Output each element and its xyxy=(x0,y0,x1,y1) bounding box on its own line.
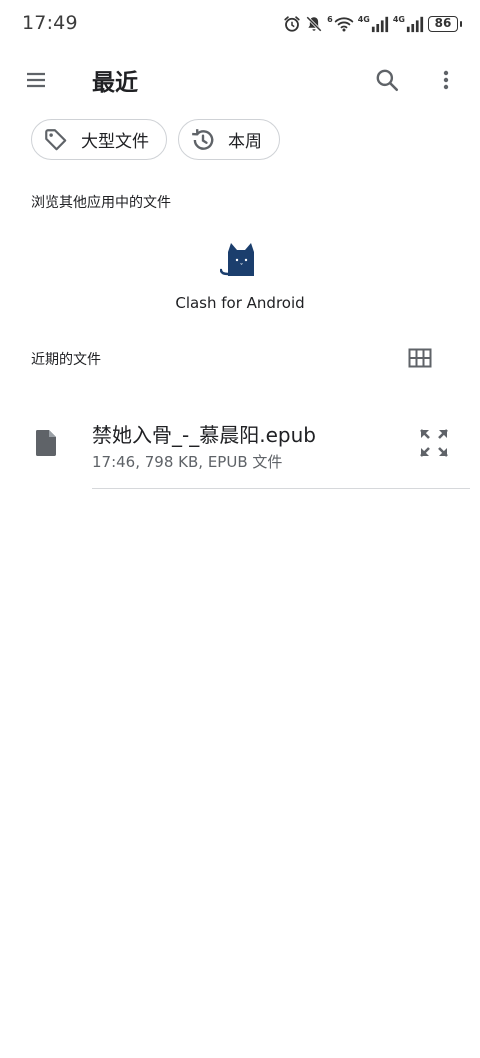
expand-button[interactable] xyxy=(416,425,452,461)
search-button[interactable] xyxy=(367,60,407,100)
signal-2-label: 4G xyxy=(392,14,405,24)
chip-large-files[interactable]: 大型文件 xyxy=(31,119,167,160)
wifi-label: 6 xyxy=(327,14,333,24)
menu-button[interactable] xyxy=(16,60,56,100)
file-icon xyxy=(34,429,58,457)
browse-section-label: 浏览其他应用中的文件 xyxy=(31,195,171,211)
alarm-icon xyxy=(284,16,300,32)
mute-icon xyxy=(306,16,322,32)
signal-icon xyxy=(371,16,388,33)
expand-icon xyxy=(420,429,448,457)
app-entry-clash[interactable]: Clash for Android xyxy=(160,238,320,318)
tag-icon xyxy=(43,127,69,153)
clash-cat-icon xyxy=(219,240,260,278)
grid-view-button[interactable] xyxy=(404,343,436,373)
app-bar: 最近 xyxy=(0,52,480,108)
signal-icon xyxy=(406,16,424,33)
more-vert-icon xyxy=(443,70,449,90)
history-icon xyxy=(190,127,216,153)
page-title: 最近 xyxy=(92,70,138,96)
chip-large-files-label: 大型文件 xyxy=(81,132,149,152)
status-time: 17:49 xyxy=(22,12,78,34)
wifi-icon xyxy=(334,17,353,32)
status-icons: 6 4G 4G 86 xyxy=(283,13,462,35)
battery-icon: 86 xyxy=(428,16,462,32)
more-options-button[interactable] xyxy=(426,60,466,100)
status-bar: 17:49 6 4G 4G 86 xyxy=(0,0,480,48)
file-meta: 17:46, 798 KB, EPUB 文件 xyxy=(92,453,283,471)
signal-1-label: 4G xyxy=(357,14,370,24)
menu-icon xyxy=(27,72,45,88)
grid-view-icon xyxy=(408,348,432,368)
divider xyxy=(92,488,470,489)
chip-this-week-label: 本周 xyxy=(228,132,262,152)
file-row[interactable]: 禁她入骨_-_慕晨阳.epub 17:46, 798 KB, EPUB 文件 xyxy=(0,405,480,489)
search-icon xyxy=(376,69,399,92)
recent-section-label: 近期的文件 xyxy=(31,352,101,368)
app-name: Clash for Android xyxy=(175,294,305,312)
screen: 17:49 6 4G 4G 86 最近 大型文件 本周 浏览其他应用中的文件 C… xyxy=(0,0,480,1058)
file-name: 禁她入骨_-_慕晨阳.epub xyxy=(92,423,316,447)
chip-this-week[interactable]: 本周 xyxy=(178,119,280,160)
